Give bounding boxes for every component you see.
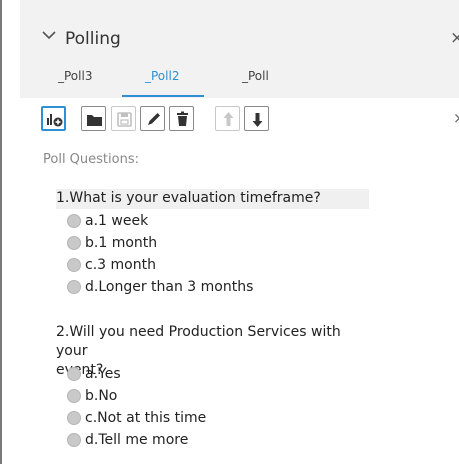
tab-poll2[interactable]: _Poll2 bbox=[145, 69, 179, 83]
trash-icon bbox=[177, 111, 188, 126]
chevron-down-icon[interactable] bbox=[42, 30, 56, 40]
add-poll-button[interactable] bbox=[41, 106, 66, 131]
radio-button[interactable] bbox=[67, 258, 81, 272]
radio-button[interactable] bbox=[67, 236, 81, 250]
window-border bbox=[0, 0, 2, 464]
tab-poll[interactable]: _Poll bbox=[242, 69, 269, 83]
panel-title: Polling bbox=[65, 29, 121, 49]
radio-button[interactable] bbox=[67, 280, 81, 294]
open-button[interactable] bbox=[81, 106, 106, 131]
save-icon bbox=[117, 112, 132, 127]
option-label: b.No bbox=[85, 388, 118, 404]
option-label: d.Longer than 3 months bbox=[85, 279, 254, 295]
arrow-up-icon bbox=[223, 112, 234, 126]
poll-questions-label: Poll Questions: bbox=[43, 152, 139, 167]
radio-button[interactable] bbox=[67, 389, 81, 403]
option-label: b.1 month bbox=[85, 235, 158, 251]
toolbar-close-icon[interactable]: × bbox=[453, 109, 459, 127]
poll-toolbar: × bbox=[20, 98, 459, 142]
radio-button[interactable] bbox=[67, 367, 81, 381]
active-tab-indicator bbox=[122, 95, 204, 97]
radio-button[interactable] bbox=[67, 433, 81, 447]
move-up-button[interactable] bbox=[215, 106, 240, 131]
option-label: c.Not at this time bbox=[85, 410, 207, 426]
pencil-icon bbox=[148, 113, 160, 125]
option-label: a.1 week bbox=[85, 213, 149, 229]
add-poll-icon bbox=[47, 114, 63, 127]
folder-icon bbox=[87, 115, 102, 126]
question-1-title[interactable]: 1.What is your evaluation timeframe? bbox=[56, 189, 369, 209]
option-label: a.Yes bbox=[85, 366, 121, 382]
radio-button[interactable] bbox=[67, 214, 81, 228]
option-label: d.Tell me more bbox=[85, 432, 189, 448]
close-icon[interactable]: × bbox=[450, 28, 459, 48]
tab-poll3[interactable]: _Poll3 bbox=[58, 69, 92, 83]
option-label: c.3 month bbox=[85, 257, 156, 273]
poll-tabs: _Poll3 _Poll2 _Poll bbox=[20, 56, 459, 98]
delete-button[interactable] bbox=[169, 106, 194, 131]
save-button[interactable] bbox=[111, 106, 136, 131]
question-2-title-line1: 2.Will you need Production Services with… bbox=[56, 324, 341, 359]
polling-panel: Polling × _Poll3 _Poll2 _Poll Poll Quest… bbox=[20, 0, 459, 464]
arrow-down-icon bbox=[252, 113, 263, 127]
panel-header[interactable]: Polling × bbox=[20, 0, 459, 56]
radio-button[interactable] bbox=[67, 411, 81, 425]
move-down-button[interactable] bbox=[244, 106, 269, 131]
edit-button[interactable] bbox=[140, 106, 165, 131]
